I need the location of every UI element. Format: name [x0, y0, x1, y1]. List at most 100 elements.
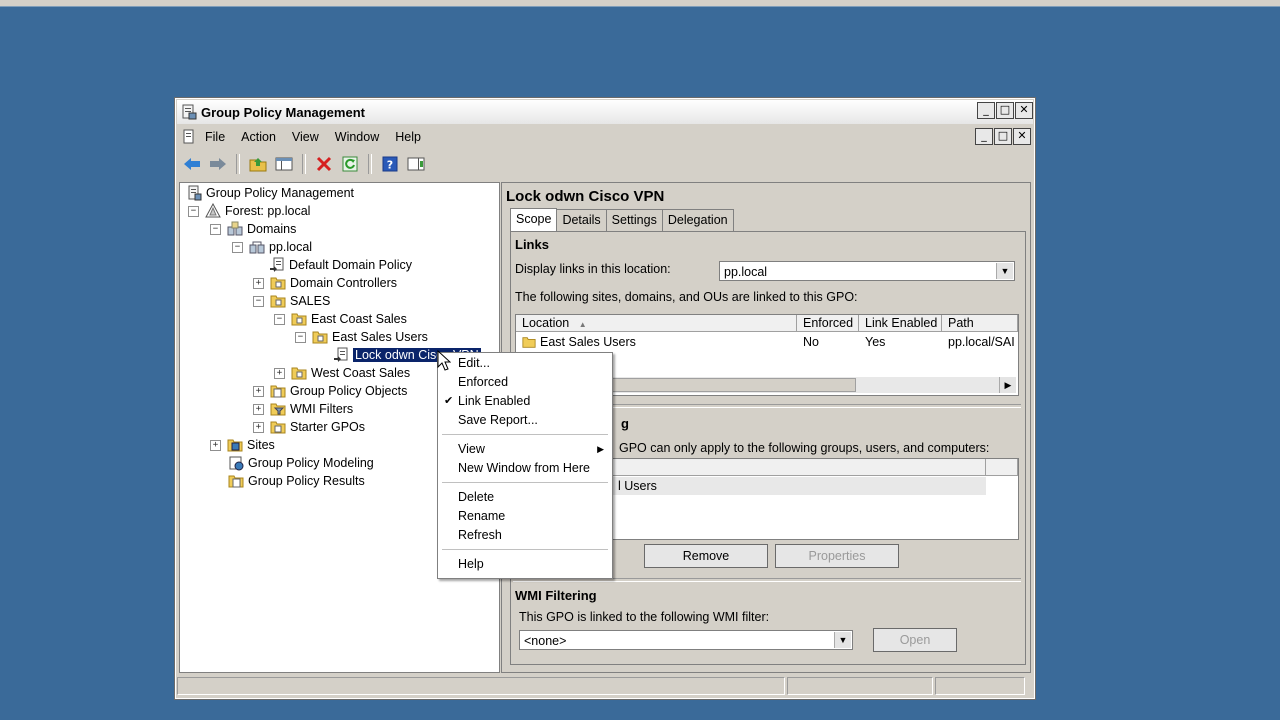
- tree-item-forest[interactable]: − Forest: pp.local: [188, 202, 310, 220]
- tree-item-east-coast-sales[interactable]: − East Coast Sales: [274, 310, 407, 328]
- collapse-toggle[interactable]: −: [210, 223, 221, 235]
- menu-item-edit[interactable]: Edit...: [438, 354, 612, 373]
- wmi-info-text: This GPO is linked to the following WMI …: [519, 610, 770, 624]
- expand-toggle[interactable]: +: [253, 403, 264, 415]
- maximize-button[interactable]: □: [996, 102, 1014, 119]
- open-button[interactable]: Open: [873, 628, 957, 652]
- tree-item-group-policy-objects[interactable]: + Group Policy Objects: [253, 382, 407, 400]
- help-button[interactable]: ?: [379, 153, 401, 175]
- links-heading: Links: [515, 237, 549, 252]
- remove-button[interactable]: Remove: [644, 544, 768, 568]
- tree-item-west-coast-sales[interactable]: + West Coast Sales: [274, 364, 410, 382]
- scroll-right-arrow[interactable]: ▶: [999, 377, 1016, 393]
- col-extra[interactable]: [986, 459, 1018, 476]
- menu-item-view[interactable]: View ▶: [438, 440, 612, 459]
- tree-item-sales[interactable]: − SALES: [253, 292, 330, 310]
- gpo-link-icon: [334, 347, 348, 362]
- ou-folder-icon: [312, 331, 328, 344]
- security-filtering-info: GPO can only apply to the following grou…: [619, 441, 990, 455]
- action-pane-button[interactable]: [405, 153, 427, 175]
- back-button[interactable]: [181, 153, 203, 175]
- close-button[interactable]: ✕: [1015, 102, 1033, 119]
- show-hide-tree-button[interactable]: [273, 153, 295, 175]
- expand-toggle[interactable]: +: [253, 277, 264, 289]
- collapse-toggle[interactable]: −: [232, 241, 243, 253]
- tree-item-east-sales-users[interactable]: − East Sales Users: [295, 328, 428, 346]
- menu-item-enforced[interactable]: Enforced: [438, 373, 612, 392]
- back-arrow-icon: [184, 158, 200, 170]
- menu-item-link-enabled[interactable]: ✔ Link Enabled: [438, 392, 612, 411]
- submenu-arrow-icon: ▶: [597, 444, 604, 454]
- forward-button[interactable]: [207, 153, 229, 175]
- menu-item-new-window[interactable]: New Window from Here: [438, 459, 612, 478]
- refresh-button[interactable]: [339, 153, 361, 175]
- col-link-enabled[interactable]: Link Enabled: [859, 315, 942, 332]
- collapse-toggle[interactable]: −: [274, 313, 285, 325]
- links-info-text: The following sites, domains, and OUs ar…: [515, 290, 858, 304]
- tree-item-default-domain-policy[interactable]: Default Domain Policy: [269, 256, 412, 274]
- links-list-header: Location ▲ Enforced Link Enabled Path: [516, 315, 1018, 333]
- checkmark-icon: ✔: [444, 395, 454, 407]
- tree-item-gp-results[interactable]: Group Policy Results: [228, 472, 365, 490]
- table-row[interactable]: East Sales Users No Yes pp.local/SAI: [516, 333, 1018, 351]
- menu-window[interactable]: Window: [327, 130, 387, 144]
- collapse-toggle[interactable]: −: [295, 331, 306, 343]
- menu-file[interactable]: File: [197, 130, 233, 144]
- delete-button[interactable]: [313, 153, 335, 175]
- tree-item-gpm-root[interactable]: Group Policy Management: [186, 184, 354, 202]
- col-location[interactable]: Location ▲: [516, 315, 797, 332]
- expand-toggle[interactable]: +: [253, 385, 264, 397]
- chevron-down-icon[interactable]: ▼: [996, 263, 1013, 279]
- tree-item-gp-modeling[interactable]: Group Policy Modeling: [228, 454, 374, 472]
- menu-item-label: Enforced: [458, 375, 509, 389]
- tree-item-domains[interactable]: − Domains: [210, 220, 296, 238]
- expand-toggle[interactable]: +: [274, 367, 285, 379]
- tree-item-label: Domains: [247, 222, 297, 236]
- tree-item-domain-pp-local[interactable]: − pp.local: [232, 238, 312, 256]
- tab-settings[interactable]: Settings: [605, 209, 663, 232]
- status-panel-2: [787, 677, 933, 695]
- tab-delegation[interactable]: Delegation: [661, 209, 734, 232]
- menu-item-help[interactable]: Help: [438, 555, 612, 574]
- tab-scope[interactable]: Scope: [510, 208, 558, 231]
- mdi-minimize-button[interactable]: _: [975, 128, 993, 145]
- tree-item-domain-controllers[interactable]: + Domain Controllers: [253, 274, 397, 292]
- col-path[interactable]: Path: [942, 315, 1018, 332]
- menu-bar: File Action View Window Help: [177, 126, 1033, 148]
- mdi-close-button[interactable]: ✕: [1013, 128, 1031, 145]
- cell-path: pp.local/SAI: [948, 335, 1015, 349]
- tree-item-label: SALES: [290, 294, 331, 308]
- menu-item-save-report[interactable]: Save Report...: [438, 411, 612, 430]
- menu-help[interactable]: Help: [387, 130, 429, 144]
- mdi-restore-button[interactable]: □: [994, 128, 1012, 145]
- up-folder-button[interactable]: [247, 153, 269, 175]
- menu-action[interactable]: Action: [233, 130, 284, 144]
- tree-item-wmi-filters[interactable]: + WMI Filters: [253, 400, 353, 418]
- domain-icon: [249, 241, 265, 254]
- expand-toggle[interactable]: +: [210, 439, 221, 451]
- menu-item-label: Refresh: [458, 528, 502, 542]
- chevron-down-icon[interactable]: ▼: [834, 632, 851, 648]
- window-controls: _ □ ✕: [977, 102, 1033, 119]
- links-location-value: pp.local: [724, 265, 768, 279]
- properties-button[interactable]: Properties: [775, 544, 899, 568]
- menu-item-delete[interactable]: Delete: [438, 488, 612, 507]
- svg-text:?: ?: [387, 159, 393, 172]
- col-enforced[interactable]: Enforced: [797, 315, 859, 332]
- links-location-combo[interactable]: pp.local ▼: [719, 261, 1015, 281]
- minimize-button[interactable]: _: [977, 102, 995, 119]
- tree-item-label: WMI Filters: [290, 402, 354, 416]
- tab-details[interactable]: Details: [556, 209, 607, 232]
- menu-item-label: Save Report...: [458, 413, 538, 427]
- expand-toggle[interactable]: +: [253, 421, 264, 433]
- menu-item-rename[interactable]: Rename: [438, 507, 612, 526]
- menu-item-refresh[interactable]: Refresh: [438, 526, 612, 545]
- wmi-filter-combo[interactable]: <none> ▼: [519, 630, 853, 650]
- mdi-doc-icon[interactable]: [181, 129, 197, 145]
- tree-item-sites[interactable]: + Sites: [210, 436, 275, 454]
- tree-item-starter-gpos[interactable]: + Starter GPOs: [253, 418, 365, 436]
- collapse-toggle[interactable]: −: [253, 295, 264, 307]
- security-filtering-heading: g: [621, 416, 629, 431]
- menu-view[interactable]: View: [284, 130, 327, 144]
- collapse-toggle[interactable]: −: [188, 205, 199, 217]
